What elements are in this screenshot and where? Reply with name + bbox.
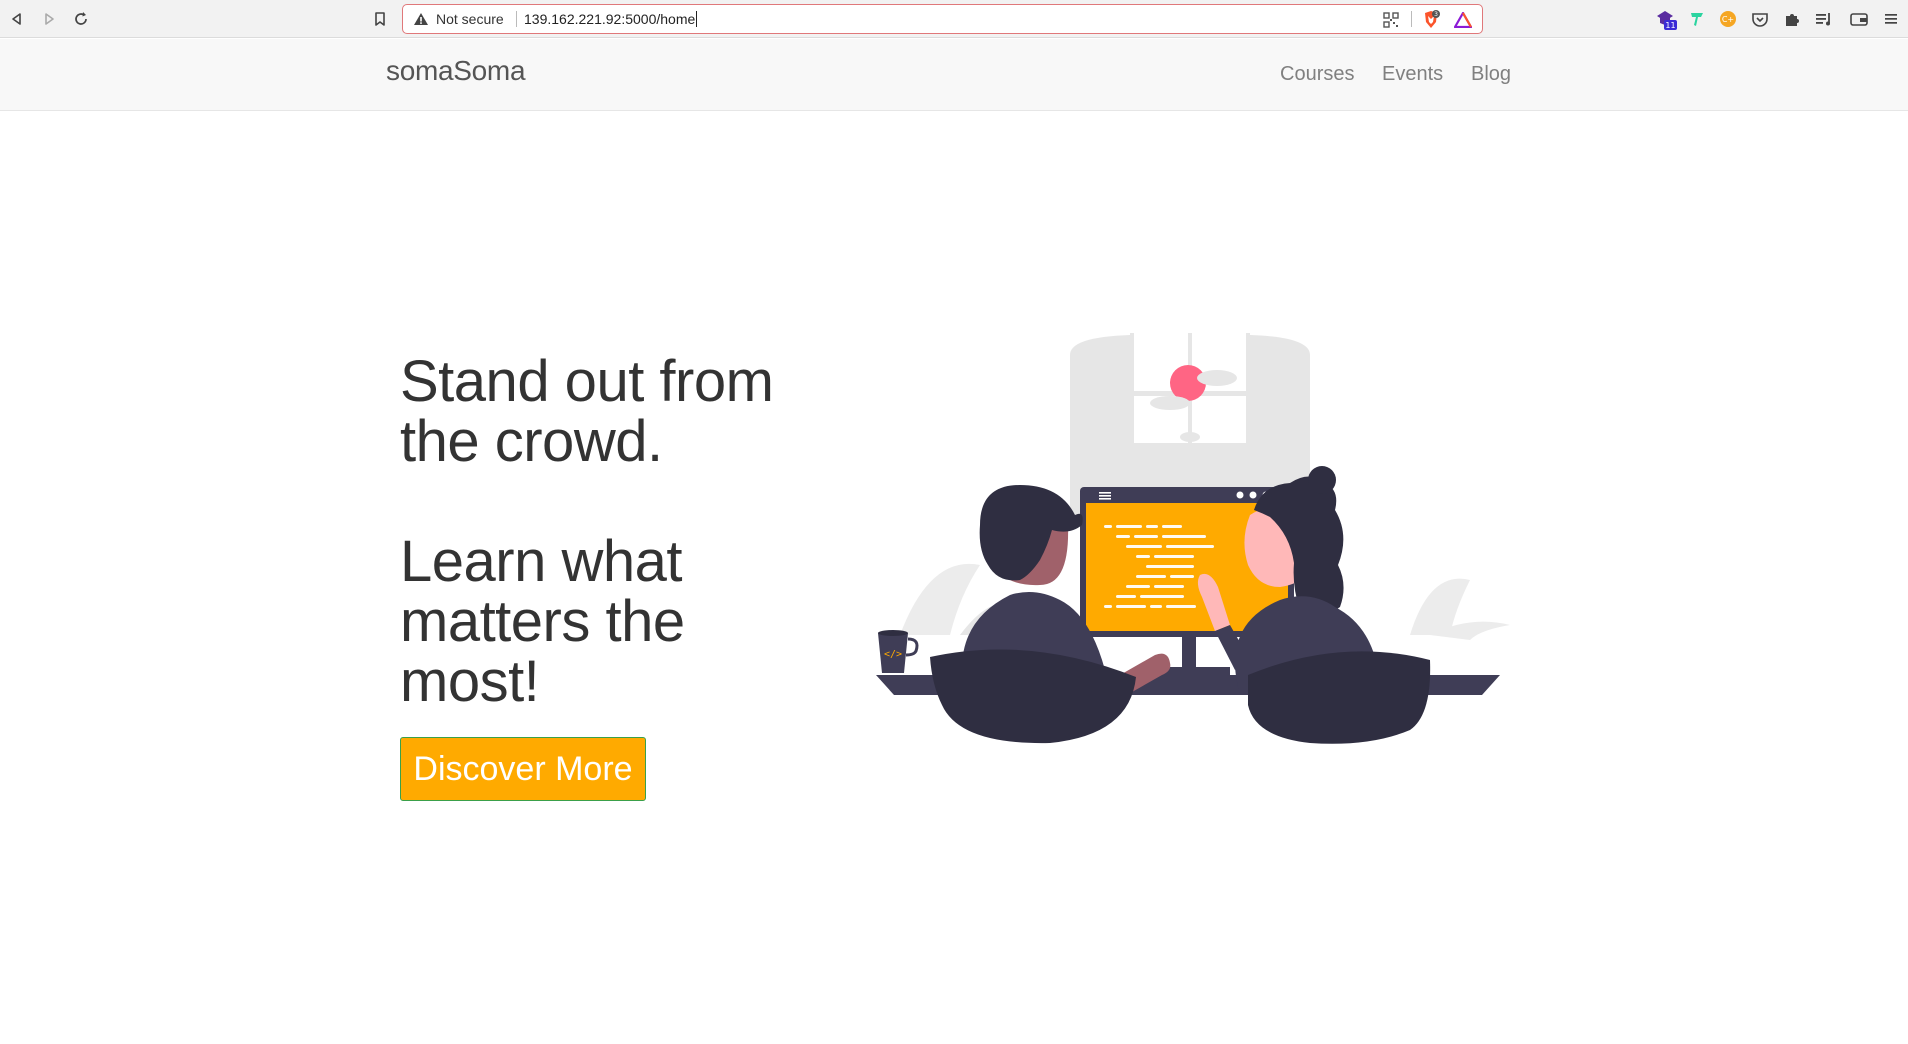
menu-icon[interactable]	[1880, 8, 1902, 30]
qr-code-icon[interactable]	[1381, 10, 1401, 30]
pocket-icon[interactable]	[1749, 8, 1771, 30]
hero-illustration: </>	[876, 333, 1510, 744]
url-separator	[516, 11, 517, 27]
site-navbar: somaSoma Courses Events Blog	[0, 39, 1908, 111]
reload-icon[interactable]	[70, 8, 92, 30]
discover-more-button[interactable]: Discover More	[400, 737, 646, 801]
chair-left	[930, 649, 1136, 744]
nav-link-courses[interactable]: Courses	[1280, 63, 1354, 86]
nav-link-events[interactable]: Events	[1382, 63, 1443, 86]
site-brand[interactable]: somaSoma	[386, 55, 526, 87]
url-text[interactable]: 139.162.221.92:5000/home	[524, 11, 698, 27]
warning-icon[interactable]	[413, 11, 429, 32]
svg-text:</>: </>	[884, 649, 902, 660]
brave-rewards-icon[interactable]	[1453, 10, 1473, 30]
back-icon[interactable]	[6, 8, 28, 30]
hero-headline: the crowd.	[400, 409, 663, 474]
browser-toolbar: Not secure 139.162.221.92:5000/home 3 11…	[0, 0, 1908, 38]
text-caret	[696, 11, 698, 27]
puzzle-icon[interactable]	[1781, 8, 1803, 30]
hero-subheadline: matters the	[400, 589, 685, 654]
url-separator	[1411, 11, 1412, 27]
shield-count-badge: 3	[1434, 11, 1438, 18]
hero-headline: Stand out from	[400, 349, 774, 414]
forward-icon[interactable]	[38, 8, 60, 30]
security-label[interactable]: Not secure	[436, 11, 504, 27]
nav-link-blog[interactable]: Blog	[1471, 63, 1511, 86]
plant-left	[900, 563, 980, 635]
extension-icon[interactable]	[1686, 8, 1708, 30]
address-bar[interactable]: Not secure 139.162.221.92:5000/home 3	[402, 4, 1483, 34]
extension-icon[interactable]: C+	[1717, 8, 1739, 30]
chair-right	[1248, 651, 1431, 744]
reading-list-icon[interactable]	[1813, 8, 1835, 30]
ext-badge: 11	[1665, 21, 1675, 30]
extension-icon[interactable]: 11	[1655, 8, 1677, 30]
svg-text:C+: C+	[1722, 15, 1734, 24]
hero-subheadline: Learn what	[400, 529, 682, 594]
brave-shield-icon[interactable]: 3	[1421, 10, 1441, 30]
hero-subheadline: most!	[400, 649, 540, 714]
sun-shape	[1170, 365, 1206, 401]
wallet-icon[interactable]	[1848, 8, 1870, 30]
bookmark-icon[interactable]	[369, 8, 391, 30]
